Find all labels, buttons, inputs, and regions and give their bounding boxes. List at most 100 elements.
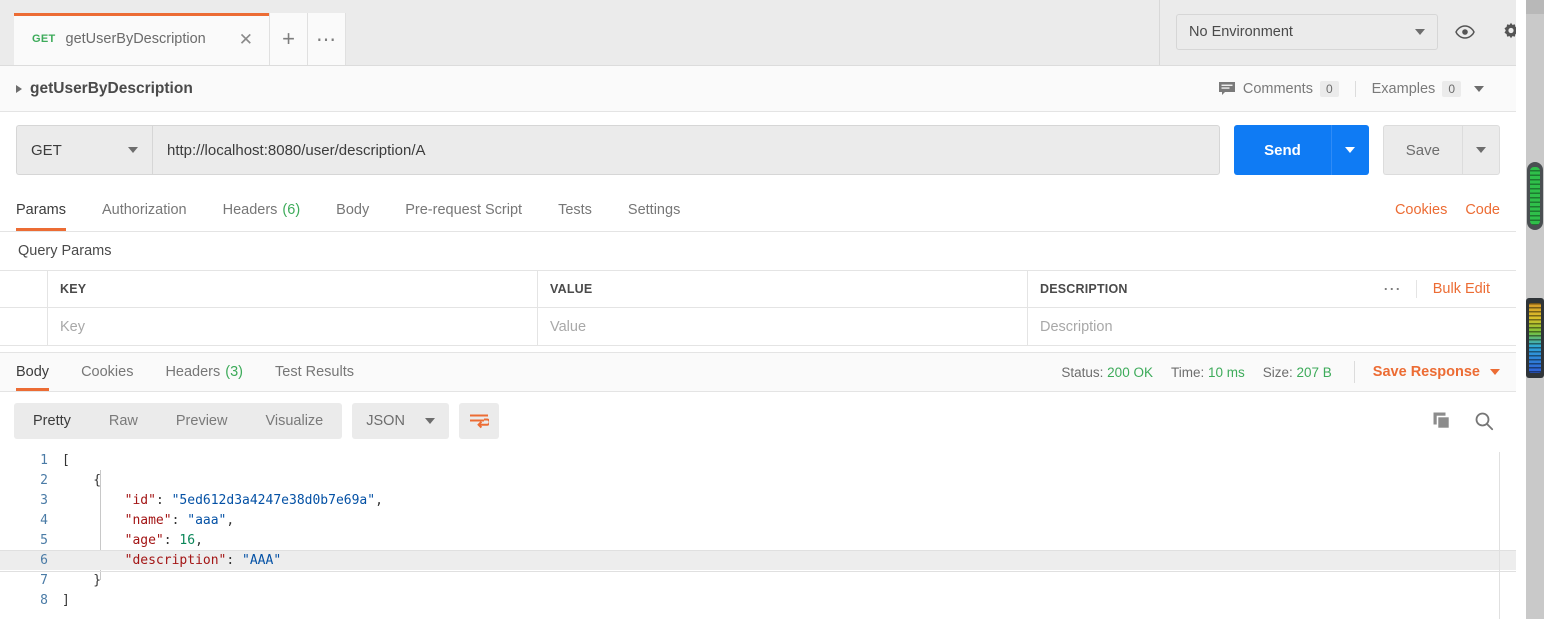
tab-label: Tests [558, 201, 592, 218]
code-link[interactable]: Code [1465, 202, 1500, 218]
chevron-down-icon [1476, 147, 1486, 153]
tab-label: Cookies [81, 364, 134, 380]
code-line: 1[ [0, 450, 1516, 470]
copy-icon[interactable] [1432, 411, 1452, 431]
format-label: JSON [366, 413, 405, 429]
size-value: 207 B [1296, 364, 1332, 380]
query-params-table: KEY VALUE DESCRIPTION ⋯ Bulk Edit Key Va… [0, 270, 1516, 346]
view-pretty[interactable]: Pretty [14, 403, 90, 439]
chevron-down-icon [1490, 369, 1500, 375]
line-number: 7 [40, 572, 48, 588]
vertical-scrollbar-thumb-primary[interactable] [1527, 162, 1543, 230]
cookies-link[interactable]: Cookies [1395, 202, 1447, 218]
environment-selector[interactable]: No Environment [1176, 14, 1438, 50]
tab-tests[interactable]: Tests [540, 188, 610, 231]
code-line-text: [ [62, 452, 70, 468]
response-tab-test-results[interactable]: Test Results [259, 353, 370, 391]
view-raw[interactable]: Raw [90, 403, 157, 439]
tab-badge: (6) [282, 201, 301, 218]
tab-bar-right: No Environment [1159, 0, 1544, 65]
save-options-button[interactable] [1462, 125, 1500, 175]
http-method-select[interactable]: GET [16, 125, 152, 175]
tab-label: Pre-request Script [405, 201, 523, 218]
tab-params[interactable]: Params [16, 188, 84, 231]
ellipsis-icon[interactable]: ⋯ [308, 13, 346, 65]
code-line-text: } [62, 572, 102, 588]
code-line: 2 { [0, 470, 1516, 490]
code-line-text: "age": 16, [124, 532, 203, 548]
param-key-input[interactable]: Key [48, 308, 538, 345]
time-badge: Time: 10 ms [1171, 365, 1245, 380]
code-line: 6 "description": "AAA" [0, 550, 1516, 572]
code-line-text: "description": "AAA" [124, 552, 282, 568]
size-label: Size: [1262, 364, 1293, 380]
tab-bar: GET getUserByDescription ✕ + ⋯ No Enviro… [0, 0, 1544, 66]
response-tab-cookies[interactable]: Cookies [65, 353, 149, 391]
line-number: 4 [40, 512, 48, 528]
code-line-text: { [62, 472, 102, 488]
tab-title-label: getUserByDescription [65, 31, 206, 47]
tab-headers[interactable]: Headers (6) [205, 188, 319, 231]
bulk-edit-link[interactable]: Bulk Edit [1417, 281, 1504, 297]
tab-bar-left: GET getUserByDescription ✕ + ⋯ [0, 0, 346, 65]
breadcrumb-actions: Comments 0 Examples 0 [1202, 80, 1500, 97]
tab-method-label: GET [32, 33, 56, 45]
http-method-label: GET [31, 141, 62, 159]
line-number: 5 [40, 532, 48, 548]
response-tab-body[interactable]: Body [16, 353, 65, 391]
tab-settings[interactable]: Settings [610, 188, 698, 231]
table-tools: ⋯ Bulk Edit [1369, 280, 1504, 298]
send-options-button[interactable] [1330, 125, 1369, 175]
ellipsis-icon[interactable]: ⋯ [1369, 280, 1417, 298]
tab-authorization[interactable]: Authorization [84, 188, 205, 231]
chevron-down-icon [1415, 29, 1425, 35]
save-response-label: Save Response [1372, 364, 1480, 380]
send-button[interactable]: Send [1234, 125, 1331, 175]
examples-label: Examples [1371, 80, 1436, 97]
chevron-right-icon[interactable] [16, 84, 22, 93]
chevron-down-icon [128, 147, 138, 153]
column-header-value: VALUE [538, 271, 1028, 307]
response-tab-headers[interactable]: Headers (3) [149, 353, 259, 391]
url-input[interactable]: http://localhost:8080/user/description/A [152, 125, 1221, 175]
comments-button[interactable]: Comments 0 [1202, 80, 1356, 97]
save-button[interactable]: Save [1382, 125, 1462, 175]
request-tab-getuserbydescription[interactable]: GET getUserByDescription ✕ [14, 13, 270, 65]
line-number: 6 [40, 552, 48, 568]
response-body-code[interactable]: 1[2 {3 "id": "5ed612d3a4247e38d0b7e69a",… [0, 450, 1516, 619]
row-checkbox-cell[interactable] [0, 308, 48, 345]
param-value-input[interactable]: Value [538, 308, 1028, 345]
save-response-button[interactable]: Save Response [1353, 361, 1500, 383]
tab-badge: (3) [225, 364, 243, 380]
url-text: http://localhost:8080/user/description/A [167, 141, 426, 159]
view-preview[interactable]: Preview [157, 403, 247, 439]
request-tabs: Params Authorization Headers (6) Body Pr… [0, 188, 1516, 232]
tab-body[interactable]: Body [318, 188, 387, 231]
page-title: getUserByDescription [30, 79, 193, 97]
line-number: 1 [40, 452, 48, 468]
param-description-input[interactable]: Description [1028, 308, 1516, 345]
code-line: 4 "name": "aaa", [0, 510, 1516, 530]
vertical-scrollbar-thumb-secondary[interactable] [1526, 298, 1544, 378]
tab-label: Body [336, 201, 370, 218]
close-icon[interactable]: ✕ [233, 29, 259, 50]
code-line-text: "id": "5ed612d3a4247e38d0b7e69a", [124, 492, 383, 508]
chevron-down-icon [1474, 85, 1484, 92]
scrollbar-top-cap [1526, 0, 1544, 14]
time-label: Time: [1170, 364, 1205, 380]
examples-count: 0 [1442, 80, 1461, 97]
examples-button[interactable]: Examples 0 [1356, 80, 1500, 97]
search-icon[interactable] [1474, 411, 1494, 431]
status-badge: Status: 200 OK [1061, 365, 1153, 380]
tab-label: Params [16, 201, 66, 218]
eye-icon[interactable] [1446, 13, 1484, 51]
status-value: 200 OK [1107, 364, 1153, 380]
plus-icon[interactable]: + [270, 13, 308, 65]
page-right-edge [1516, 0, 1526, 619]
tab-pre-request-script[interactable]: Pre-request Script [387, 188, 540, 231]
format-select[interactable]: JSON [352, 403, 449, 439]
view-visualize[interactable]: Visualize [246, 403, 342, 439]
comments-label: Comments [1242, 80, 1313, 97]
line-number: 8 [40, 592, 48, 608]
wrap-lines-icon[interactable] [458, 403, 499, 439]
